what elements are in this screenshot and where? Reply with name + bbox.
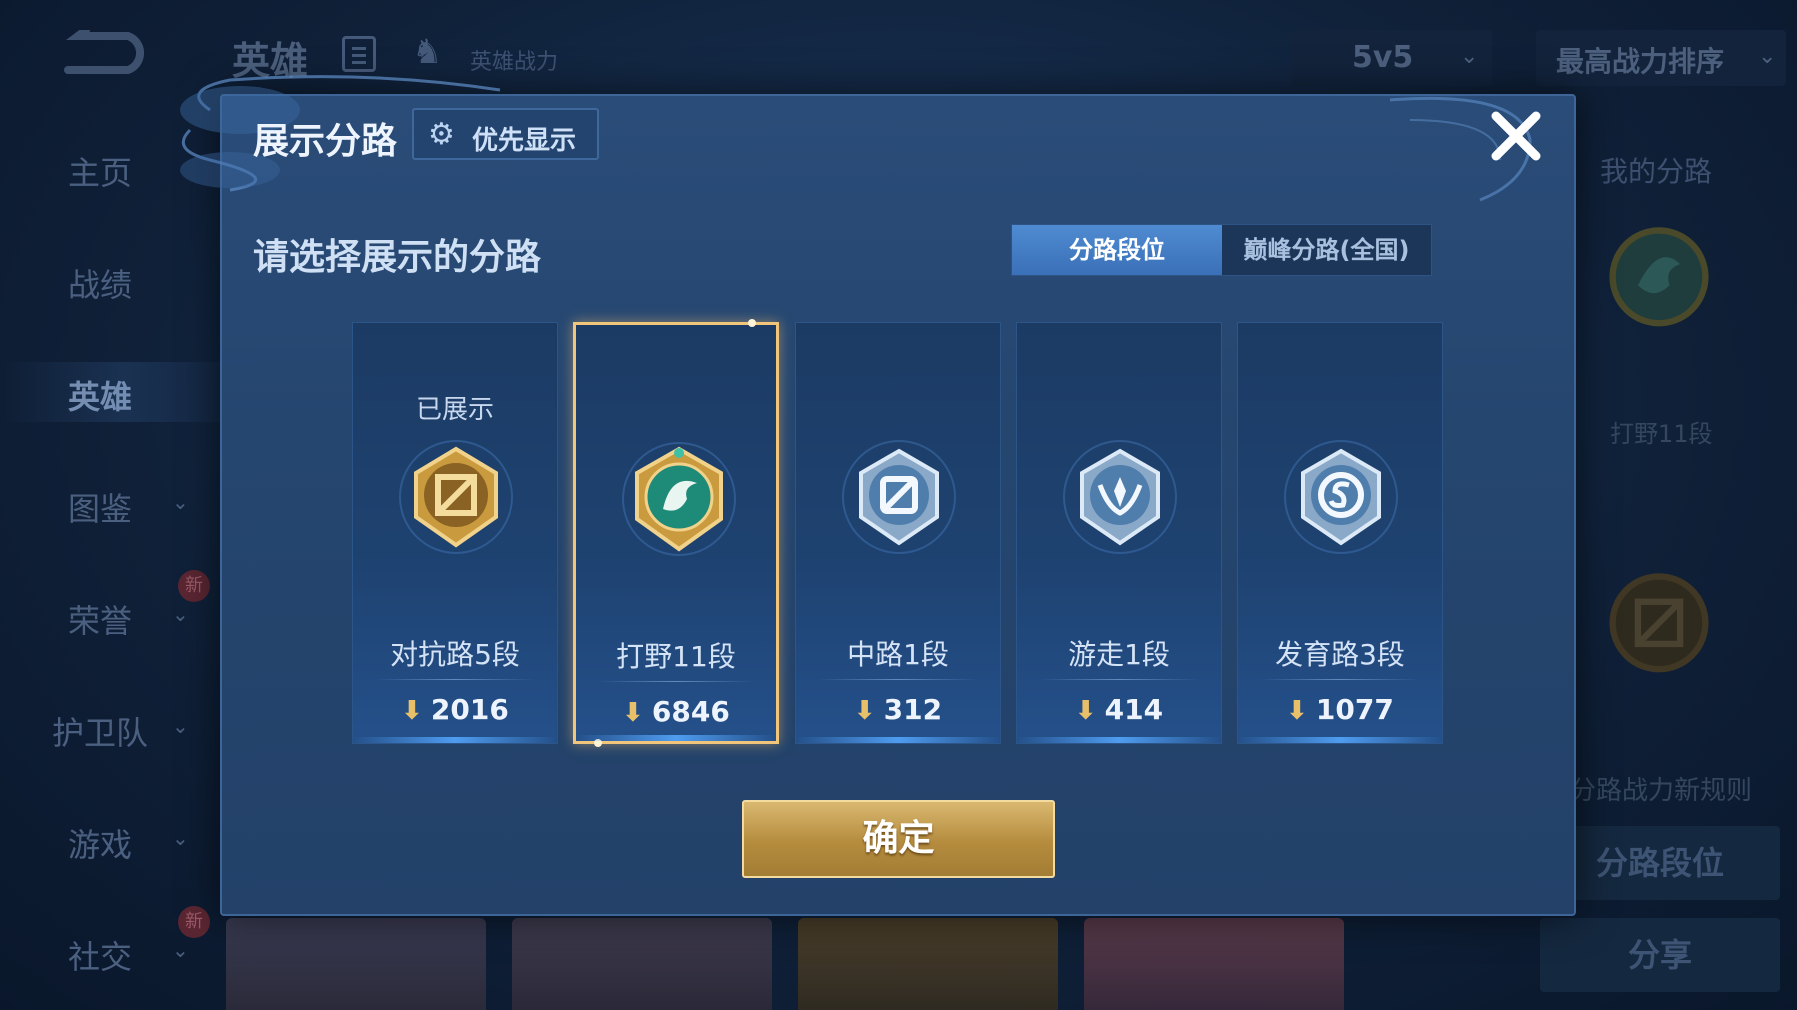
power-icon: ⬇ <box>1286 696 1308 726</box>
selection-spark <box>594 739 602 747</box>
chevron-down-icon: ⌄ <box>1460 44 1479 69</box>
sidebar-item-label: 护卫队 <box>52 714 149 752</box>
lane-card-farm[interactable]: 发育路3段 ⬇ 1077 <box>1237 322 1443 744</box>
divider <box>598 681 754 682</box>
divider <box>1260 679 1420 680</box>
lane-power-value: 1077 <box>1315 693 1394 726</box>
power-icon: ⬇ <box>401 696 423 726</box>
hero-card[interactable] <box>226 918 486 1010</box>
chevron-down-icon: ⌄ <box>172 602 189 626</box>
sort-select[interactable]: 最高战力排序 ⌄ <box>1536 30 1786 86</box>
dialog-title: 展示分路 <box>253 121 398 162</box>
list-icon[interactable] <box>342 36 376 72</box>
jungle-dragon-badge-icon <box>622 442 736 556</box>
confirm-button[interactable]: 确定 <box>742 800 1055 878</box>
lane-card-clash[interactable]: 已展示 对抗路5段 ⬇ 2016 <box>352 322 558 744</box>
select-lane-prompt: 请选择展示的分路 <box>253 237 542 278</box>
sort-select-value: 最高战力排序 <box>1556 45 1725 78</box>
priority-display-button[interactable]: ⚙ 优先显示 <box>412 108 599 160</box>
tab-lane-rank[interactable]: 分路段位 <box>1012 225 1222 275</box>
helmet-icon: ♞ <box>412 32 443 72</box>
chevron-down-icon: ⌄ <box>172 714 189 738</box>
lane-name: 发育路3段 <box>1275 638 1405 671</box>
divider <box>818 679 978 680</box>
chevron-down-icon: ⌄ <box>172 826 189 850</box>
displayed-status: 已展示 <box>415 395 494 425</box>
lane-power-value: 2016 <box>430 693 509 726</box>
power-icon: ⬇ <box>1074 696 1097 726</box>
sidebar-item-label: 图鉴 <box>68 490 133 528</box>
priority-display-label: 优先显示 <box>472 126 577 156</box>
lane-rank-button[interactable]: 分路段位 <box>1540 826 1780 900</box>
jungle-dragon-badge-icon <box>1609 227 1709 327</box>
selection-spark <box>748 319 756 327</box>
lane-name: 对抗路5段 <box>390 638 520 671</box>
mid-lane-badge-icon <box>842 440 956 554</box>
gear-icon: ⚙ <box>428 117 455 152</box>
lane-power-value: 414 <box>1104 693 1164 726</box>
sidebar-item-games[interactable]: 游戏 ⌄ <box>40 810 210 870</box>
tab-peak-lane-national[interactable]: 巅峰分路(全国) <box>1222 225 1431 275</box>
sidebar-item-label: 荣誉 <box>68 602 133 640</box>
hero-card[interactable] <box>1084 918 1344 1010</box>
divider <box>1039 679 1199 680</box>
clash-lane-badge-icon <box>399 440 513 554</box>
my-lane-rank: 打野11段 <box>1610 420 1713 448</box>
new-badge: 新 <box>178 906 210 938</box>
lane-power-score: ⬇ 6846 <box>576 695 776 728</box>
lane-card-jungle[interactable]: 打野11段 ⬇ 6846 <box>573 319 779 747</box>
sidebar-item-codex[interactable]: 图鉴 ⌄ <box>40 474 210 534</box>
hero-card[interactable] <box>512 918 772 1010</box>
back-arrow-icon[interactable] <box>58 30 148 80</box>
lane-power-score: ⬇ 414 <box>1017 693 1221 726</box>
sidebar-item-records[interactable]: 战绩 <box>40 250 210 310</box>
clash-lane-badge-icon <box>1609 573 1709 673</box>
lane-power-score: ⬇ 1077 <box>1238 693 1442 726</box>
mode-select-value: 5v5 <box>1352 40 1414 75</box>
chevron-down-icon: ⌄ <box>172 490 189 514</box>
divider <box>375 679 535 680</box>
lane-name: 游走1段 <box>1068 638 1170 671</box>
lane-name: 中路1段 <box>847 638 949 671</box>
lane-card-roam[interactable]: 游走1段 ⬇ 414 <box>1016 322 1222 744</box>
lane-name: 打野11段 <box>616 640 736 673</box>
power-icon: ⬇ <box>853 696 876 726</box>
chevron-down-icon: ⌄ <box>172 938 189 962</box>
lane-power-value: 312 <box>883 693 943 726</box>
sidebar-item-label: 战绩 <box>68 266 133 304</box>
sidebar-item-label: 游戏 <box>68 826 133 864</box>
power-icon: ⬇ <box>622 698 644 728</box>
lane-card-mid[interactable]: 中路1段 ⬇ 312 <box>795 322 1001 744</box>
chevron-down-icon: ⌄ <box>1758 44 1777 69</box>
lane-power-score: ⬇ 2016 <box>353 693 557 726</box>
farm-lane-badge-icon <box>1284 440 1398 554</box>
my-lane-title: 我的分路 <box>1600 155 1713 188</box>
sidebar-item-label: 英雄 <box>68 378 133 416</box>
sidebar-item-label: 主页 <box>68 154 133 192</box>
share-button[interactable]: 分享 <box>1540 918 1780 992</box>
sidebar-item-label: 社交 <box>68 938 133 976</box>
new-badge: 新 <box>178 570 210 602</box>
sidebar-item-heroes[interactable]: 英雄 <box>0 362 250 422</box>
rank-type-segmented-control: 分路段位 巅峰分路(全国) <box>1011 224 1432 276</box>
lane-power-value: 6846 <box>651 695 730 728</box>
sidebar-item-guard[interactable]: 护卫队 ⌄ <box>40 698 210 758</box>
lane-power-rule-link[interactable]: 分路战力新规则 <box>1570 770 1752 807</box>
close-icon[interactable] <box>1484 104 1548 168</box>
lane-power-score: ⬇ 312 <box>796 693 1000 726</box>
hero-card[interactable] <box>798 918 1058 1010</box>
mode-select[interactable]: 5v5 ⌄ <box>1292 30 1492 86</box>
roam-badge-icon <box>1063 440 1177 554</box>
